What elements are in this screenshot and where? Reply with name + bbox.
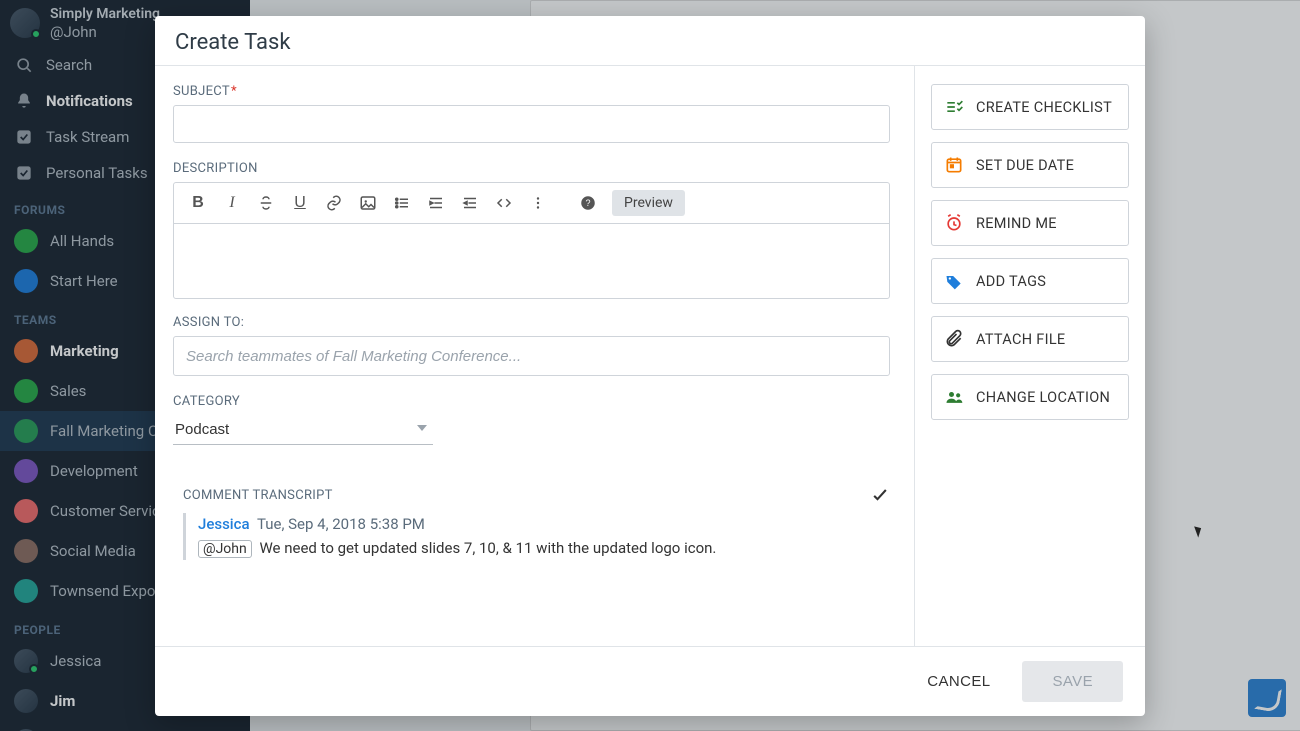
transcript-author: Jessica (198, 515, 250, 533)
assign-to-label: ASSIGN TO: (173, 315, 890, 330)
underline-icon[interactable]: U (284, 189, 316, 217)
outdent-icon[interactable] (454, 189, 486, 217)
alarm-icon (944, 213, 964, 233)
link-icon[interactable] (318, 189, 350, 217)
action-button[interactable]: ATTACH FILE (931, 316, 1129, 362)
action-button[interactable]: SET DUE DATE (931, 142, 1129, 188)
paperclip-icon (944, 329, 964, 349)
help-icon[interactable]: ? (572, 189, 604, 217)
bulleted-list-icon[interactable] (386, 189, 418, 217)
form-column: SUBJECT* DESCRIPTION B I U (155, 66, 915, 646)
action-label: REMIND ME (976, 215, 1057, 232)
required-asterisk: * (231, 84, 237, 99)
indent-icon[interactable] (420, 189, 452, 217)
save-button[interactable]: SAVE (1022, 661, 1123, 702)
preview-button[interactable]: Preview (612, 190, 685, 216)
image-icon[interactable] (352, 189, 384, 217)
subject-input[interactable] (173, 105, 890, 143)
subject-label: SUBJECT* (173, 84, 890, 99)
svg-text:?: ? (585, 198, 590, 208)
create-task-modal: Create Task SUBJECT* DESCRIPTION B I U (155, 16, 1145, 716)
action-label: SET DUE DATE (976, 157, 1074, 174)
assign-to-input[interactable] (173, 336, 890, 376)
action-button[interactable]: REMIND ME (931, 200, 1129, 246)
italic-icon[interactable]: I (216, 189, 248, 217)
subject-label-text: SUBJECT (173, 84, 230, 99)
calendar-icon (944, 155, 964, 175)
checklist-icon (944, 97, 964, 117)
editor-toolbar: B I U (174, 183, 889, 224)
more-icon[interactable] (522, 189, 554, 217)
action-label: ADD TAGS (976, 273, 1046, 290)
tags-icon (944, 271, 964, 291)
code-icon[interactable] (488, 189, 520, 217)
action-label: CREATE CHECKLIST (976, 99, 1112, 116)
people-icon (944, 387, 964, 407)
action-button[interactable]: ADD TAGS (931, 258, 1129, 304)
action-button[interactable]: CREATE CHECKLIST (931, 84, 1129, 130)
comment-transcript: Jessica Tue, Sep 4, 2018 5:38 PM @John W… (183, 513, 890, 560)
strikethrough-icon[interactable] (250, 189, 282, 217)
chevron-down-icon (417, 425, 427, 431)
transcript-timestamp: Tue, Sep 4, 2018 5:38 PM (257, 515, 425, 533)
description-input[interactable] (174, 224, 889, 298)
action-label: ATTACH FILE (976, 331, 1065, 348)
description-editor: B I U (173, 182, 890, 299)
check-icon[interactable] (870, 485, 890, 505)
transcript-label: COMMENT TRANSCRIPT (173, 488, 333, 503)
actions-column: CREATE CHECKLIST SET DUE DATE REMIND ME ADD… (915, 66, 1145, 646)
modal-title: Create Task (155, 16, 1145, 66)
transcript-mention[interactable]: @John (198, 540, 252, 558)
category-label: CATEGORY (173, 394, 890, 409)
action-label: CHANGE LOCATION (976, 389, 1110, 406)
bold-icon[interactable]: B (182, 189, 214, 217)
description-label: DESCRIPTION (173, 161, 890, 176)
transcript-body: We need to get updated slides 7, 10, & 1… (259, 539, 716, 557)
category-select[interactable] (173, 415, 433, 445)
cancel-button[interactable]: CANCEL (921, 672, 996, 691)
modal-footer: CANCEL SAVE (155, 646, 1145, 716)
action-button[interactable]: CHANGE LOCATION (931, 374, 1129, 420)
